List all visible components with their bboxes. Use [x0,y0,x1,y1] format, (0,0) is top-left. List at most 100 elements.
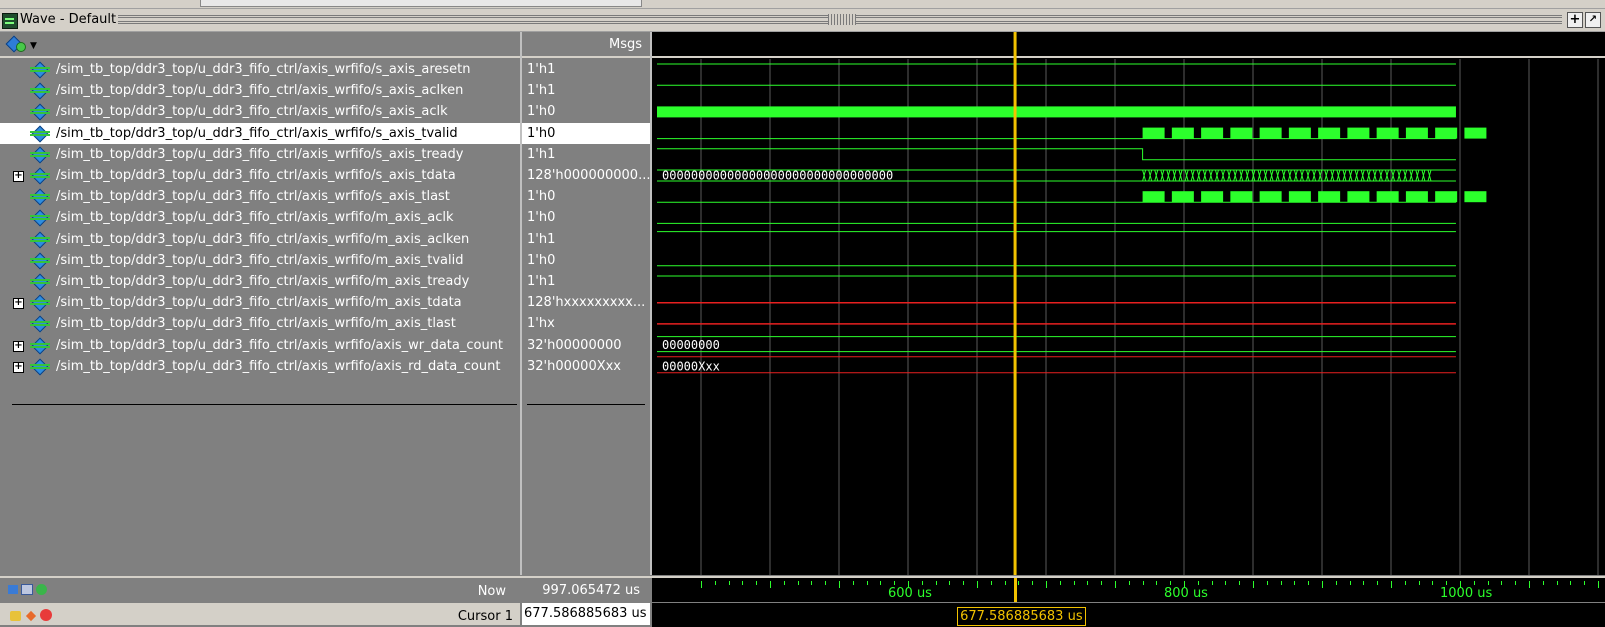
signal-row[interactable]: /sim_tb_top/ddr3_top/u_ddr3_fifo_ctrl/ax… [0,207,520,228]
signal-row[interactable]: + /sim_tb_top/ddr3_top/u_ddr3_fifo_ctrl/a… [0,335,520,356]
wave-s-axis-tlast-pulse [1259,191,1282,203]
wave-s-axis-tvalid-pulse [1201,127,1224,139]
time-tick [1570,581,1572,585]
signal-value-row[interactable]: 1'h1 [522,144,650,165]
signal-value: 1'h1 [527,83,556,99]
cursor-label[interactable]: Cursor 1 [458,609,513,624]
signal-value-row[interactable]: 32'h00000000 [522,335,650,356]
signal-name: /sim_tb_top/ddr3_top/u_ddr3_fifo_ctrl/ax… [56,104,448,120]
signal-value-row[interactable]: 1'h0 [522,250,650,271]
signal-value-row[interactable]: 1'h1 [522,59,650,80]
wave-s-axis-tdata-value: 00000000000000000000000000000000 [662,169,893,183]
signal-name: /sim_tb_top/ddr3_top/u_ddr3_fifo_ctrl/ax… [56,189,450,205]
time-tick [1473,581,1475,585]
signal-value: 1'h1 [527,231,556,247]
wave-s-axis-tdata-transition [1312,169,1317,182]
time-tick [1253,581,1254,588]
cursor-toolbar-icons[interactable] [8,608,58,622]
signal-value-row[interactable]: 32'h00000Xxx [522,356,650,377]
expand-icon[interactable]: + [13,171,24,182]
signal-row[interactable]: + /sim_tb_top/ddr3_top/u_ddr3_fifo_ctrl/a… [0,356,520,377]
wave-s-axis-tdata-transition [1214,169,1219,182]
wave-s-axis-tdata-transition [1245,169,1250,182]
lock-icon[interactable] [10,611,21,621]
expand-icon[interactable]: + [13,361,24,373]
time-tick [1598,581,1599,588]
signal-icon [30,104,50,119]
signal-row[interactable]: /sim_tb_top/ddr3_top/u_ddr3_fifo_ctrl/ax… [0,80,520,101]
signal-row[interactable]: /sim_tb_top/ddr3_top/u_ddr3_fifo_ctrl/ax… [0,101,520,122]
undock-button[interactable]: ↗ [1585,12,1601,28]
signal-row[interactable]: /sim_tb_top/ddr3_top/u_ddr3_fifo_ctrl/ax… [0,144,520,165]
signal-value-row[interactable]: 1'h0 [522,122,650,144]
signal-name: /sim_tb_top/ddr3_top/u_ddr3_fifo_ctrl/ax… [56,295,462,311]
add-wave-icon[interactable] [8,36,26,52]
signal-value-row[interactable]: 1'hx [522,313,650,334]
time-tick [977,581,978,588]
wave-s-axis-tdata-transition [1354,169,1359,182]
signal-value-row[interactable]: 1'h0 [522,101,650,122]
signal-row[interactable]: /sim_tb_top/ddr3_top/u_ddr3_fifo_ctrl/ax… [0,229,520,250]
waveform-canvas[interactable]: 0000000000000000000000000000000000000000… [652,32,1605,575]
signal-value-row[interactable]: 1'h1 [522,229,650,250]
signal-value-row[interactable]: 128'h000000000... [522,165,650,186]
signal-row[interactable]: + /sim_tb_top/ddr3_top/u_ddr3_fifo_ctrl/a… [0,165,520,186]
wave-s-axis-tlast-pulse [1171,191,1194,203]
time-tick [1556,581,1558,585]
time-tick [866,581,868,585]
time-tick [1004,581,1006,585]
time-tick [1032,581,1034,585]
signal-row[interactable]: /sim_tb_top/ddr3_top/u_ddr3_fifo_ctrl/ax… [0,271,520,292]
grip-handle-icon[interactable] [828,14,856,25]
insert-cursor-icon[interactable] [8,585,18,594]
signal-name: /sim_tb_top/ddr3_top/u_ddr3_fifo_ctrl/ax… [56,146,464,162]
wave-s-axis-tlast-pulse [1347,191,1370,203]
expand-icon[interactable]: + [13,340,24,352]
signal-values-pane[interactable]: Msgs 1'h1 1'h1 1'h0 1'h0 1'h1 128'h000000000.… [522,32,652,575]
window-titlebar[interactable]: Wave - Default + ↗ [0,9,1605,32]
status-toolbar-icons[interactable] [8,584,52,596]
zoom-in-button[interactable]: + [1567,12,1583,28]
delete-cursor-icon[interactable] [40,609,52,621]
signal-value-row[interactable]: 1'h1 [522,271,650,292]
wave-s-axis-tdata-transition [1178,169,1183,182]
time-tick [935,581,937,585]
expand-icon[interactable]: + [13,298,24,310]
signal-value-row[interactable]: 1'h0 [522,186,650,207]
signal-row[interactable]: /sim_tb_top/ddr3_top/u_ddr3_fifo_ctrl/ax… [0,122,520,144]
signal-names-pane[interactable]: ▼ /sim_tb_top/ddr3_top/u_ddr3_fifo_ctrl/… [0,32,522,575]
wave-s-axis-tdata-transition [1330,169,1335,182]
signal-icon [30,338,50,353]
cursor-ruler[interactable]: 677.586885683 us [652,603,1605,627]
signal-row[interactable]: /sim_tb_top/ddr3_top/u_ddr3_fifo_ctrl/ax… [0,313,520,334]
time-ruler[interactable]: 600 us 800 us 1000 us [652,578,1605,602]
signal-value-row[interactable]: 128'hxxxxxxxxx... [522,292,650,313]
add-cursor-icon[interactable] [36,584,47,595]
status-bar: Now Cursor 1 997.065472 us 677.586885683… [0,576,1605,627]
chevron-down-icon[interactable]: ▼ [30,41,37,51]
cursor-window-icon[interactable] [21,584,33,595]
cursor-value[interactable]: 677.586885683 us [522,603,650,625]
signal-row[interactable]: /sim_tb_top/ddr3_top/u_ddr3_fifo_ctrl/ax… [0,250,520,271]
time-tick [1515,581,1517,585]
value-list-end-line [527,404,645,405]
wave-s-axis-tdata-transition [1384,169,1389,182]
wave-s-axis-tdata-transition [1324,169,1329,182]
time-tick [880,581,882,585]
signal-value-row[interactable]: 1'h1 [522,80,650,101]
edit-cursor-icon[interactable] [25,610,37,622]
wave-s-axis-aclk [657,106,1456,118]
cursor-time-box[interactable]: 677.586885683 us [957,607,1086,626]
time-tick [1418,581,1420,585]
signal-row[interactable]: + /sim_tb_top/ddr3_top/u_ddr3_fifo_ctrl/a… [0,292,520,313]
time-tick [811,581,813,585]
top-strip [0,0,1605,9]
time-tick [701,581,702,588]
signal-value-row[interactable]: 1'h0 [522,207,650,228]
cursor-row[interactable] [0,603,520,625]
signal-row[interactable]: /sim_tb_top/ddr3_top/u_ddr3_fifo_ctrl/ax… [0,186,520,207]
waveform-pane[interactable]: 00000000000000000000000000000000 00000000… [652,32,1605,575]
time-tick [1073,581,1075,585]
signal-row[interactable]: /sim_tb_top/ddr3_top/u_ddr3_fifo_ctrl/ax… [0,59,520,80]
signal-name: /sim_tb_top/ddr3_top/u_ddr3_fifo_ctrl/ax… [56,168,456,183]
